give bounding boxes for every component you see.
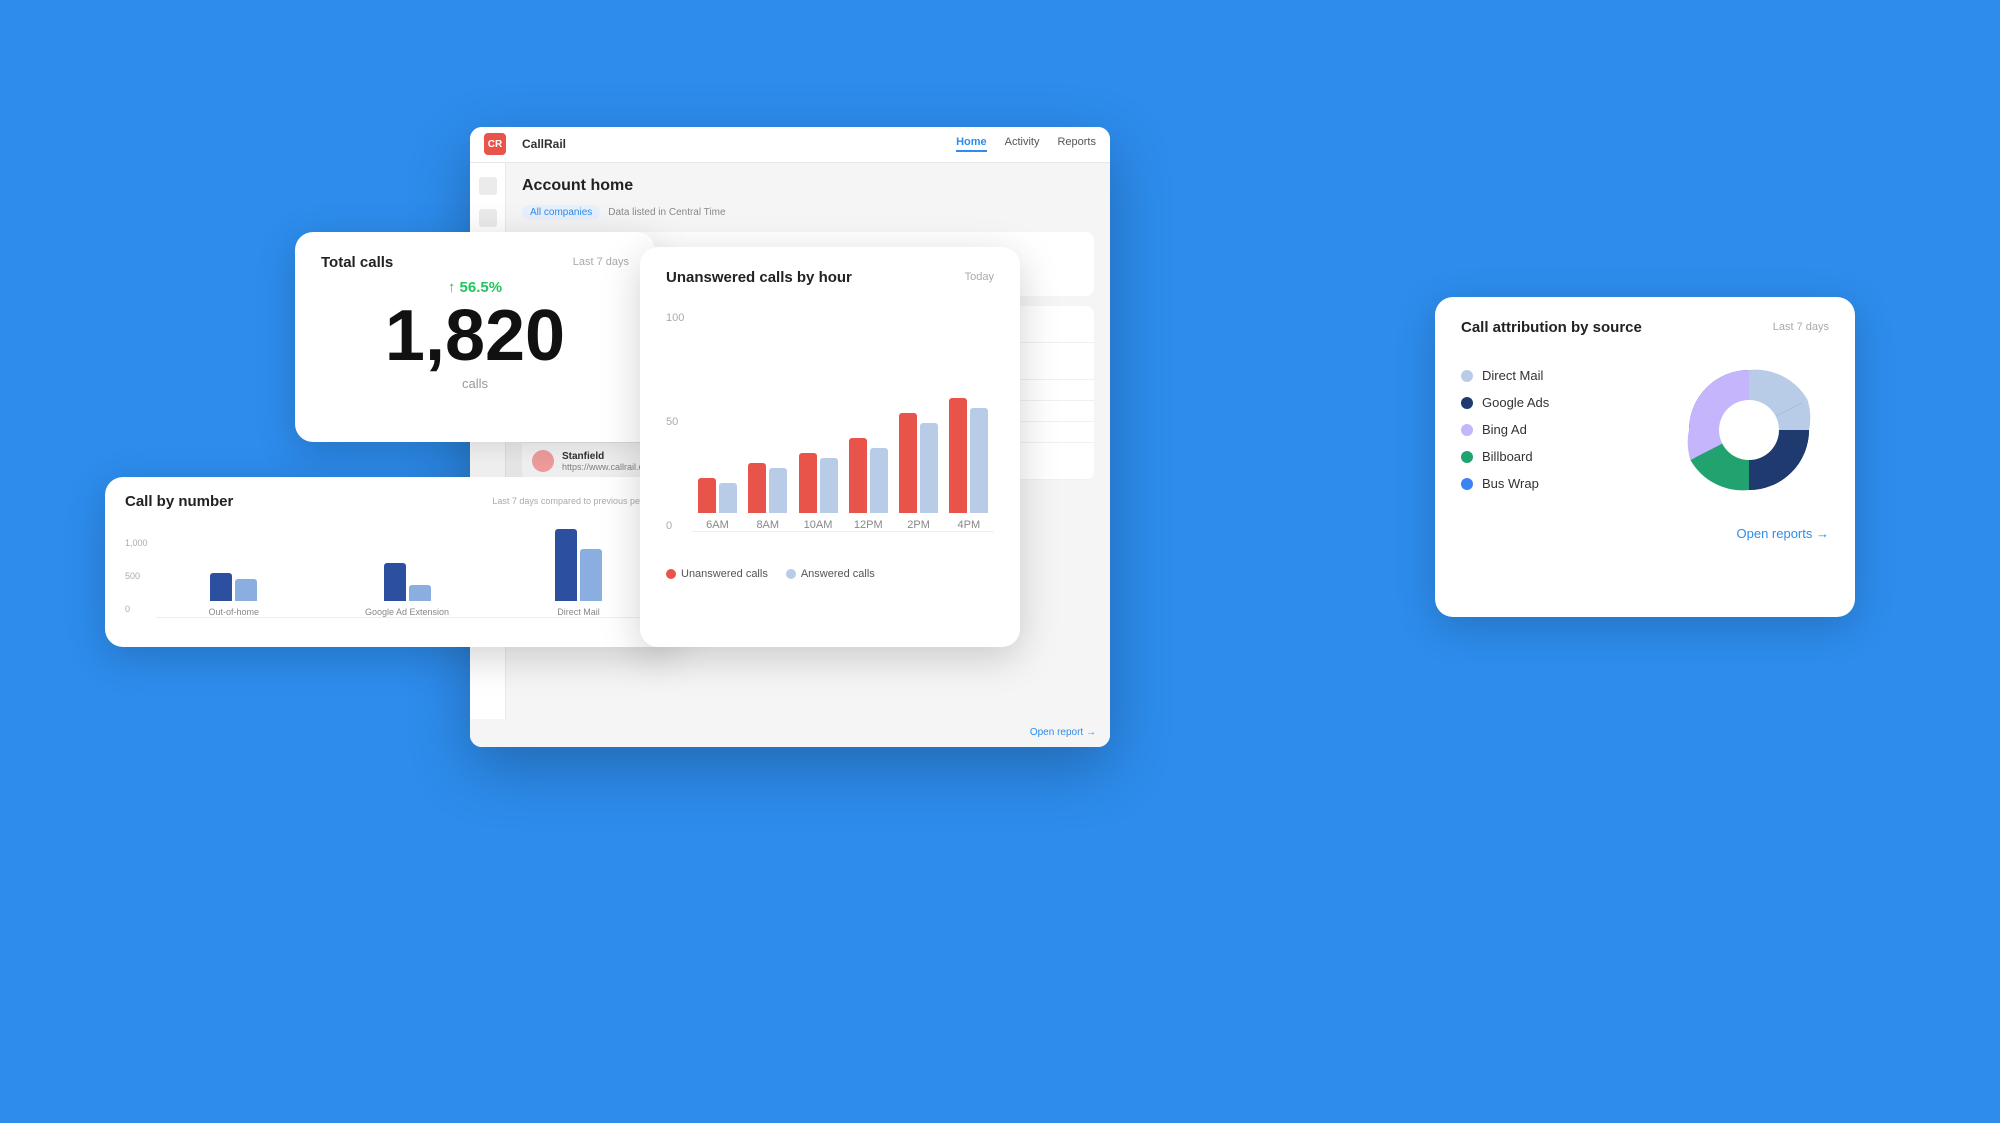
app-bottom-bar: Open report → bbox=[470, 719, 1110, 747]
app-filters: All companies Data listed in Central Tim… bbox=[522, 205, 1094, 220]
open-reports-link[interactable]: Open reports → bbox=[1461, 526, 1829, 541]
legend-billboard: Billboard bbox=[1461, 449, 1649, 464]
main-container: CR CallRail Home Activity Reports Accoun… bbox=[50, 37, 1950, 1087]
uc-bar-2pm-a bbox=[920, 423, 938, 513]
legend-dot-unanswered bbox=[666, 569, 676, 579]
bar-google-current bbox=[384, 563, 406, 601]
legend-bus-wrap: Bus Wrap bbox=[1461, 476, 1649, 491]
legend-dot-google-ads bbox=[1461, 397, 1473, 409]
uc-col-2pm: 2PM bbox=[899, 413, 938, 531]
call-by-number-chart: 1,000 500 0 Out-of-home Goo bbox=[125, 518, 655, 618]
app-brand: CallRail bbox=[522, 137, 566, 151]
uc-bar-10am-a bbox=[820, 458, 838, 513]
attribution-title: Call attribution by source bbox=[1461, 319, 1642, 336]
legend-unanswered: Unanswered calls bbox=[666, 568, 768, 580]
unanswered-period: Today bbox=[965, 271, 994, 283]
uc-col-4pm: 4PM bbox=[949, 398, 988, 531]
card-total-calls: Total calls Last 7 days ↑ 56.5% 1,820 ca… bbox=[295, 232, 655, 442]
bar-y-labels: 1,000 500 0 bbox=[125, 538, 148, 618]
nav-home[interactable]: Home bbox=[956, 136, 987, 152]
legend-dot-answered bbox=[786, 569, 796, 579]
legend-answered: Answered calls bbox=[786, 568, 875, 580]
legend-dot-billboard bbox=[1461, 451, 1473, 463]
company-filter[interactable]: All companies bbox=[522, 205, 600, 220]
calls-label: calls bbox=[321, 376, 629, 391]
bar-google-previous bbox=[409, 585, 431, 601]
open-report-link[interactable]: Open report → bbox=[1030, 727, 1096, 738]
card-call-by-number: Call by number Last 7 days compared to p… bbox=[105, 477, 675, 647]
bar-chart-groups: Out-of-home Google Ad Extension Direct M… bbox=[156, 538, 655, 618]
attribution-header: Call attribution by source Last 7 days bbox=[1461, 319, 1829, 336]
attribution-legend: Direct Mail Google Ads Bing Ad Billboard… bbox=[1461, 368, 1649, 491]
uc-bar-4pm-u bbox=[949, 398, 967, 513]
bar-group-google-ad: Google Ad Extension bbox=[365, 563, 449, 617]
legend-direct-mail: Direct Mail bbox=[1461, 368, 1649, 383]
legend-dot-direct-mail bbox=[1461, 370, 1473, 382]
page-title: Account home bbox=[522, 177, 1094, 195]
total-calls-period: Last 7 days bbox=[573, 256, 629, 268]
uc-bar-6am-a bbox=[719, 483, 737, 513]
pie-chart bbox=[1669, 350, 1829, 510]
unanswered-header: Unanswered calls by hour Today bbox=[666, 269, 994, 286]
uc-legend: Unanswered calls Answered calls bbox=[666, 568, 994, 580]
uc-col-10am: 10AM bbox=[799, 453, 838, 531]
uc-col-6am: 6AM bbox=[698, 478, 737, 531]
unanswered-title: Unanswered calls by hour bbox=[666, 269, 852, 286]
total-calls-number: 1,820 bbox=[321, 300, 629, 372]
call-by-number-header: Call by number Last 7 days compared to p… bbox=[125, 493, 655, 510]
bar-out-of-home-previous bbox=[235, 579, 257, 601]
uc-bar-10am-u bbox=[799, 453, 817, 513]
uc-bar-groups: 6AM 8AM 10AM bbox=[692, 312, 994, 532]
attribution-period: Last 7 days bbox=[1773, 321, 1829, 333]
call-by-number-title: Call by number bbox=[125, 493, 233, 510]
uc-bar-12pm-u bbox=[849, 438, 867, 513]
unanswered-chart: 100 50 0 6AM 8AM bbox=[666, 294, 994, 554]
uc-bar-8am-a bbox=[769, 468, 787, 513]
bar-direct-mail-previous bbox=[580, 549, 602, 601]
uc-col-12pm: 12PM bbox=[849, 438, 888, 531]
uc-bar-12pm-a bbox=[870, 448, 888, 513]
card-unanswered: Unanswered calls by hour Today 100 50 0 … bbox=[640, 247, 1020, 647]
sidebar-icon-1[interactable] bbox=[479, 177, 497, 195]
app-logo: CR bbox=[484, 133, 506, 155]
avatar-3 bbox=[532, 450, 554, 472]
uc-bar-8am-u bbox=[748, 463, 766, 513]
bar-direct-mail-current bbox=[555, 529, 577, 601]
uc-col-8am: 8AM bbox=[748, 463, 787, 531]
total-calls-title: Total calls bbox=[321, 254, 393, 271]
timezone-label: Data listed in Central Time bbox=[608, 207, 725, 218]
sidebar-icon-2[interactable] bbox=[479, 209, 497, 227]
uc-y-labels: 100 50 0 bbox=[666, 312, 684, 532]
uc-bar-6am-u bbox=[698, 478, 716, 513]
uc-bar-2pm-u bbox=[899, 413, 917, 513]
bar-group-out-of-home: Out-of-home bbox=[209, 573, 260, 617]
app-nav: Home Activity Reports bbox=[956, 136, 1096, 152]
attribution-body: Direct Mail Google Ads Bing Ad Billboard… bbox=[1461, 350, 1829, 510]
bar-out-of-home-current bbox=[210, 573, 232, 601]
bar-group-direct-mail: Direct Mail bbox=[555, 529, 602, 617]
pct-change: ↑ 56.5% bbox=[321, 279, 629, 296]
nav-reports[interactable]: Reports bbox=[1057, 136, 1096, 152]
titlebar: CR CallRail Home Activity Reports bbox=[470, 127, 1110, 163]
uc-bar-4pm-a bbox=[970, 408, 988, 513]
legend-google-ads: Google Ads bbox=[1461, 395, 1649, 410]
card-attribution: Call attribution by source Last 7 days D… bbox=[1435, 297, 1855, 617]
legend-bing-ad: Bing Ad bbox=[1461, 422, 1649, 437]
nav-activity[interactable]: Activity bbox=[1005, 136, 1040, 152]
call-by-number-period: Last 7 days compared to previous period bbox=[492, 496, 655, 506]
legend-dot-bus-wrap bbox=[1461, 478, 1473, 490]
legend-dot-bing-ad bbox=[1461, 424, 1473, 436]
total-calls-header: Total calls Last 7 days bbox=[321, 254, 629, 271]
